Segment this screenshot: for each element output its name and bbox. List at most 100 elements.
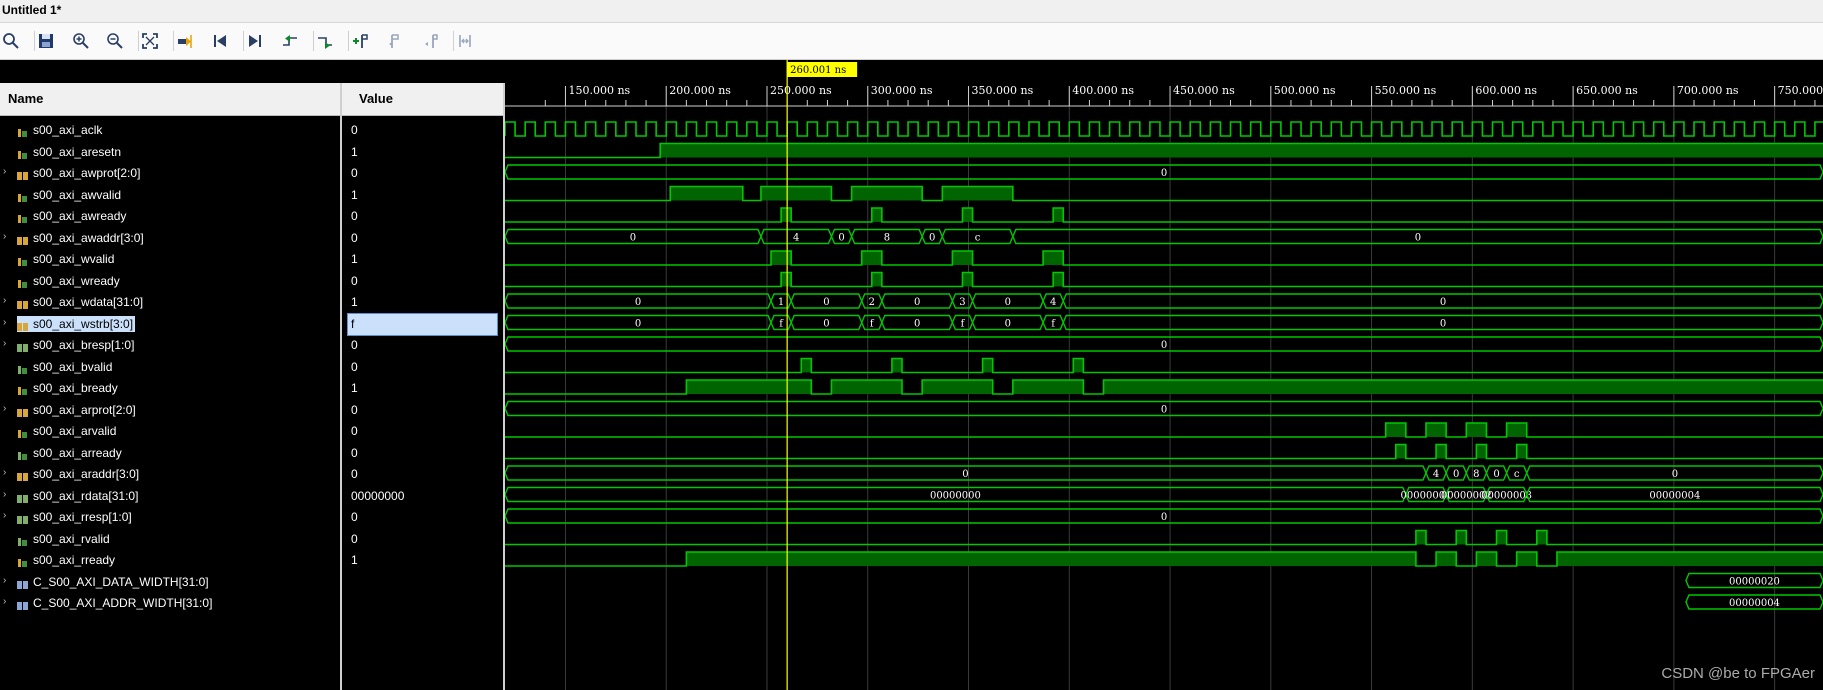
- signal-name: s00_axi_awready: [33, 209, 127, 223]
- tick-label: 350.000 ns: [972, 84, 1034, 97]
- bus-value-label: f: [779, 319, 784, 330]
- bus-value-label: 0: [1161, 340, 1167, 351]
- signal-name: s00_axi_rready: [33, 553, 116, 567]
- high-level-fill: [831, 380, 903, 394]
- previous-marker-button[interactable]: [384, 31, 406, 51]
- high-level-fill: [1012, 380, 1084, 394]
- expand-chevron-icon[interactable]: ›: [3, 295, 13, 307]
- signal-name: C_S00_AXI_ADDR_WIDTH[31:0]: [33, 596, 213, 610]
- bit-output-icon: [17, 448, 28, 460]
- previous-transition-button[interactable]: [279, 31, 301, 51]
- high-level-fill: [686, 552, 1416, 566]
- bit-signal-icon: [17, 211, 28, 223]
- high-level-fill: [781, 208, 792, 222]
- go-to-cursor-icon: [178, 35, 192, 48]
- bus-value-label: 0: [1440, 297, 1446, 308]
- zoom-in-button[interactable]: [70, 31, 92, 51]
- signal-name: s00_axi_awaddr[3:0]: [33, 230, 144, 245]
- high-level-fill: [1436, 444, 1447, 459]
- bus-value-label: 0: [635, 297, 641, 308]
- bit-wave: [505, 529, 1823, 546]
- signal-name: s00_axi_wready: [33, 273, 120, 288]
- signal-value: 1: [351, 252, 358, 266]
- bus-value-label: 00000020: [1729, 577, 1780, 588]
- bit-signal-icon: [17, 190, 28, 202]
- name-column-header[interactable]: Name: [0, 83, 340, 116]
- bus-output-icon: [17, 512, 28, 524]
- high-level-fill: [670, 186, 743, 201]
- tick-label: 700.000 ns: [1677, 84, 1739, 97]
- tick-label: 600.000 ns: [1475, 84, 1537, 97]
- bus-value-label: 8: [1473, 469, 1479, 480]
- expand-chevron-icon[interactable]: ›: [3, 166, 13, 178]
- signal-name: s00_axi_awvalid: [33, 187, 122, 202]
- signal-value: 1: [351, 295, 358, 309]
- signal-value: 1: [351, 381, 358, 395]
- zoom-fit-button[interactable]: [139, 31, 161, 51]
- expand-chevron-icon[interactable]: ›: [3, 231, 13, 243]
- bit-output-icon: [17, 362, 28, 374]
- search-button[interactable]: [0, 31, 22, 51]
- high-level-fill: [801, 358, 812, 373]
- high-level-fill: [1043, 251, 1064, 265]
- add-marker-icon: [353, 34, 368, 48]
- signal-name: s00_axi_aresetn: [33, 144, 122, 159]
- expand-chevron-icon[interactable]: ›: [3, 467, 13, 479]
- add-marker-button[interactable]: [349, 31, 371, 51]
- bus-value-label: 0: [635, 319, 641, 330]
- signal-value: 1: [351, 187, 358, 202]
- swap-cursors-button[interactable]: [454, 31, 476, 51]
- value-column-header[interactable]: Value: [342, 83, 503, 116]
- bus-signal-icon: [17, 168, 28, 180]
- signal-value: 0: [351, 273, 358, 288]
- bus-signal-icon: [17, 319, 28, 331]
- signal-value: 0: [351, 359, 358, 374]
- go-to-time-zero-button[interactable]: [209, 31, 231, 51]
- next-transition-button[interactable]: [314, 31, 336, 51]
- signal-value: f: [351, 316, 355, 331]
- high-level-fill: [982, 358, 993, 373]
- bus-value-label: 0: [1161, 168, 1167, 179]
- save-button[interactable]: [35, 31, 57, 51]
- bit-wave: [505, 207, 1823, 223]
- waveform-canvas[interactable]: 150.000 ns 200.000 ns 250.000 ns 300.000 ns…: [505, 60, 1823, 690]
- value-row[interactable]: [342, 591, 503, 616]
- go-to-last-time-button[interactable]: [244, 31, 266, 51]
- signal-value: 0: [351, 510, 358, 524]
- expand-chevron-icon[interactable]: ›: [3, 317, 13, 329]
- bus-value-label: f: [870, 319, 875, 330]
- bus-value-label: 0: [1493, 469, 1499, 480]
- signal-value: 1: [351, 553, 358, 567]
- signal-row[interactable]: › C_S00_AXI_ADDR_WIDTH[31:0]: [0, 591, 340, 616]
- bus-value-label: 0: [1672, 469, 1678, 480]
- high-level-fill: [686, 380, 812, 394]
- go-to-time-zero-icon: [214, 35, 226, 47]
- cursor-strip: [0, 60, 503, 83]
- expand-chevron-icon[interactable]: ›: [3, 575, 13, 587]
- expand-chevron-icon[interactable]: ›: [3, 338, 13, 350]
- high-level-fill: [1073, 358, 1084, 373]
- bus-value-label: 0: [1161, 512, 1167, 523]
- high-level-fill: [1476, 444, 1487, 459]
- expand-chevron-icon[interactable]: ›: [3, 403, 13, 415]
- bus-value-label: f: [961, 319, 966, 330]
- parameter-icon: [17, 577, 28, 589]
- expand-chevron-icon[interactable]: ›: [3, 489, 13, 501]
- bus-value-label: 0: [1415, 233, 1421, 244]
- search-icon: [3, 33, 19, 49]
- expand-chevron-icon[interactable]: ›: [3, 596, 13, 608]
- signal-value-panel: Value 0 1 0 1 0 0 1 0 1 f 0 0 1 0 0 0 0 00000000 0 0 1: [342, 83, 503, 690]
- next-marker-button[interactable]: [419, 31, 441, 51]
- go-to-cursor-button[interactable]: [174, 31, 196, 51]
- expand-chevron-icon[interactable]: ›: [3, 510, 13, 522]
- bit-signal-icon: [17, 426, 28, 438]
- high-level-fill: [1103, 380, 1823, 394]
- high-level-fill: [1466, 423, 1487, 437]
- signal-value: 0: [351, 209, 358, 223]
- bus-value-label: 0: [823, 319, 829, 330]
- zoom-out-button[interactable]: [104, 31, 126, 51]
- bus-value-label: 4: [1433, 469, 1439, 480]
- signal-value: 1: [351, 144, 358, 159]
- waveform-toolbar: [0, 23, 1823, 60]
- bus-value-label: 0: [1161, 405, 1167, 416]
